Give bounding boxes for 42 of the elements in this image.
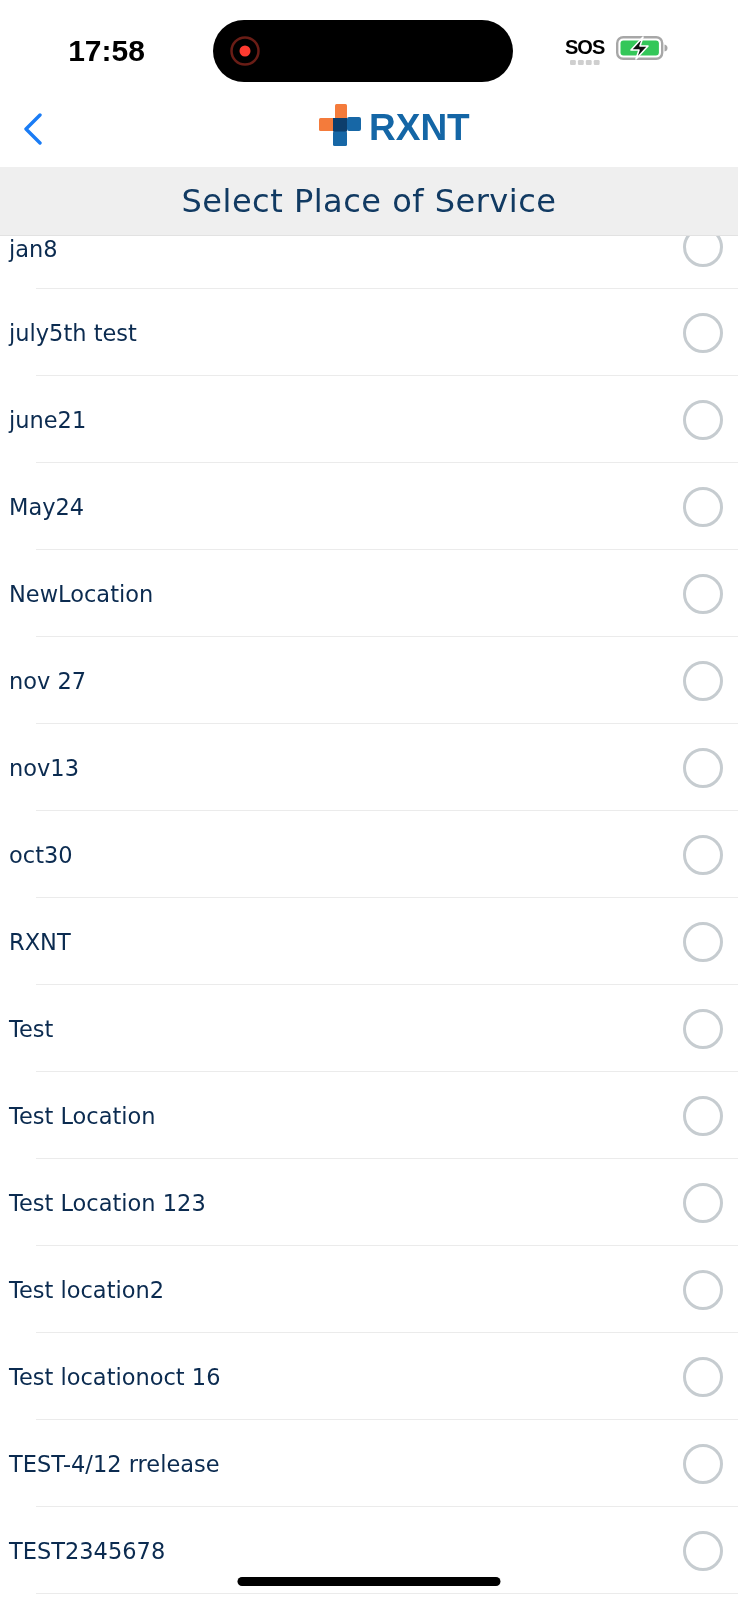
place-name[interactable]: TEST-4/12 rrelease: [9, 1450, 220, 1477]
recording-dot-icon: [230, 36, 260, 66]
status-time: 17:58: [68, 34, 145, 68]
home-indicator[interactable]: [237, 1577, 501, 1586]
page-title: Select Place of Service: [181, 181, 557, 221]
radio-button[interactable]: [683, 236, 723, 267]
place-name[interactable]: Test: [9, 1015, 54, 1042]
place-name[interactable]: Test location2: [9, 1276, 165, 1303]
place-name[interactable]: nov 27: [9, 667, 87, 694]
radio-button[interactable]: [683, 1443, 723, 1484]
place-name[interactable]: Test Location: [9, 1102, 156, 1129]
radio-button[interactable]: [683, 399, 723, 440]
radio-button[interactable]: [683, 312, 723, 353]
radio-button[interactable]: [683, 486, 723, 527]
signal-dots-icon: [569, 60, 600, 65]
radio-button[interactable]: [683, 834, 723, 875]
place-name[interactable]: nov13: [9, 754, 79, 781]
radio-button[interactable]: [683, 1356, 723, 1397]
radio-button[interactable]: [683, 1008, 723, 1049]
place-name[interactable]: jan8: [9, 236, 58, 262]
radio-button[interactable]: [683, 1530, 723, 1571]
battery-charging-icon: [616, 36, 669, 60]
place-name[interactable]: oct30: [9, 841, 73, 868]
radio-button[interactable]: [683, 1095, 723, 1136]
place-name[interactable]: Test locationoct 16: [9, 1363, 221, 1390]
chevron-left-icon: [23, 112, 43, 145]
radio-button[interactable]: [683, 1269, 723, 1310]
place-name[interactable]: RXNT: [9, 928, 71, 955]
radio-button[interactable]: [683, 747, 723, 788]
place-name[interactable]: TEST2345678: [9, 1537, 166, 1564]
radio-button[interactable]: [683, 660, 723, 701]
plus-logo-icon: [319, 103, 361, 146]
radio-button[interactable]: [683, 573, 723, 614]
app-logo-text: RXNT: [369, 107, 470, 148]
radio-button[interactable]: [683, 921, 723, 962]
place-name[interactable]: May24: [9, 493, 85, 520]
place-name[interactable]: NewLocation: [9, 580, 154, 607]
radio-button[interactable]: [683, 1182, 723, 1223]
carrier-status: SOS: [565, 37, 605, 57]
place-name[interactable]: june21: [9, 406, 87, 433]
place-name[interactable]: Test Location 123: [9, 1189, 206, 1216]
place-name[interactable]: july5th test: [9, 319, 137, 346]
